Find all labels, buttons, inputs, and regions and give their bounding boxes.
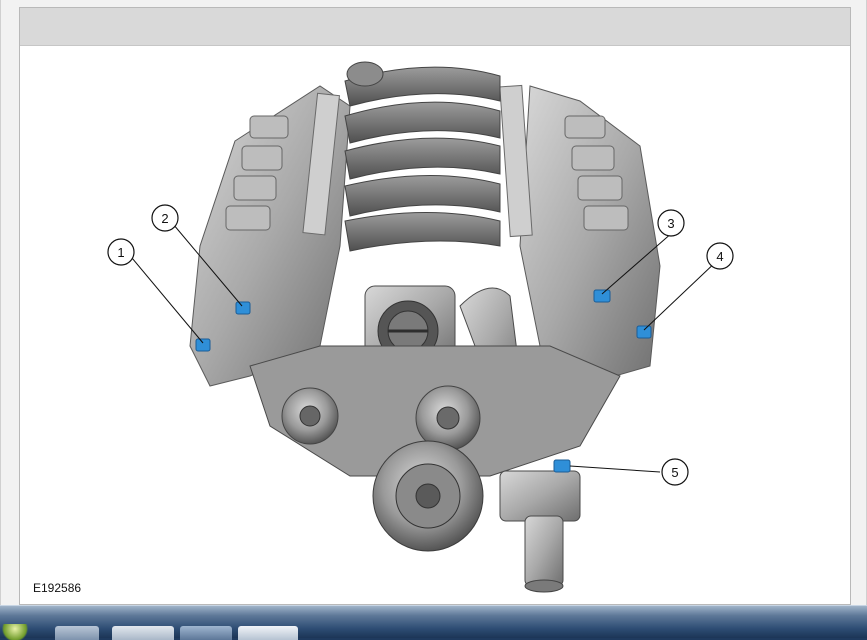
intake-top-coupling	[346, 61, 384, 87]
frame-header-bar	[20, 8, 850, 46]
taskbar-button-app-red[interactable]	[112, 626, 174, 640]
callout-label-2: 2	[161, 211, 168, 226]
sensor-3	[593, 289, 611, 303]
callout-label-3: 3	[667, 216, 674, 231]
callout-label-1: 1	[117, 245, 124, 260]
callout-label-4: 4	[716, 249, 723, 264]
sensor-5	[553, 459, 571, 473]
sensor-1	[195, 338, 211, 352]
oil-filter-adapter	[499, 470, 581, 522]
taskbar-button-app-active[interactable]	[238, 626, 298, 640]
taskbar-button-browser[interactable]	[55, 626, 99, 640]
callout-label-5: 5	[671, 465, 678, 480]
start-button-icon[interactable]	[0, 624, 30, 640]
intake-manifold	[344, 66, 501, 252]
sensor-2	[235, 301, 251, 315]
figure-id-label: E192586	[33, 581, 82, 595]
taskbar-button-app-blue[interactable]	[180, 626, 232, 640]
right-fuel-rail	[499, 84, 533, 238]
oil-filter	[524, 515, 564, 587]
document-frame: 1 2 3 4 5 E192586	[19, 7, 851, 605]
engine-drawing: 1 2 3 4 5	[107, 61, 734, 593]
viewer-window: 1 2 3 4 5 E192586	[0, 0, 867, 605]
engine-illustration: 1 2 3 4 5 E192586	[20, 46, 850, 604]
sensor-4	[636, 325, 652, 339]
taskbar	[0, 605, 867, 640]
